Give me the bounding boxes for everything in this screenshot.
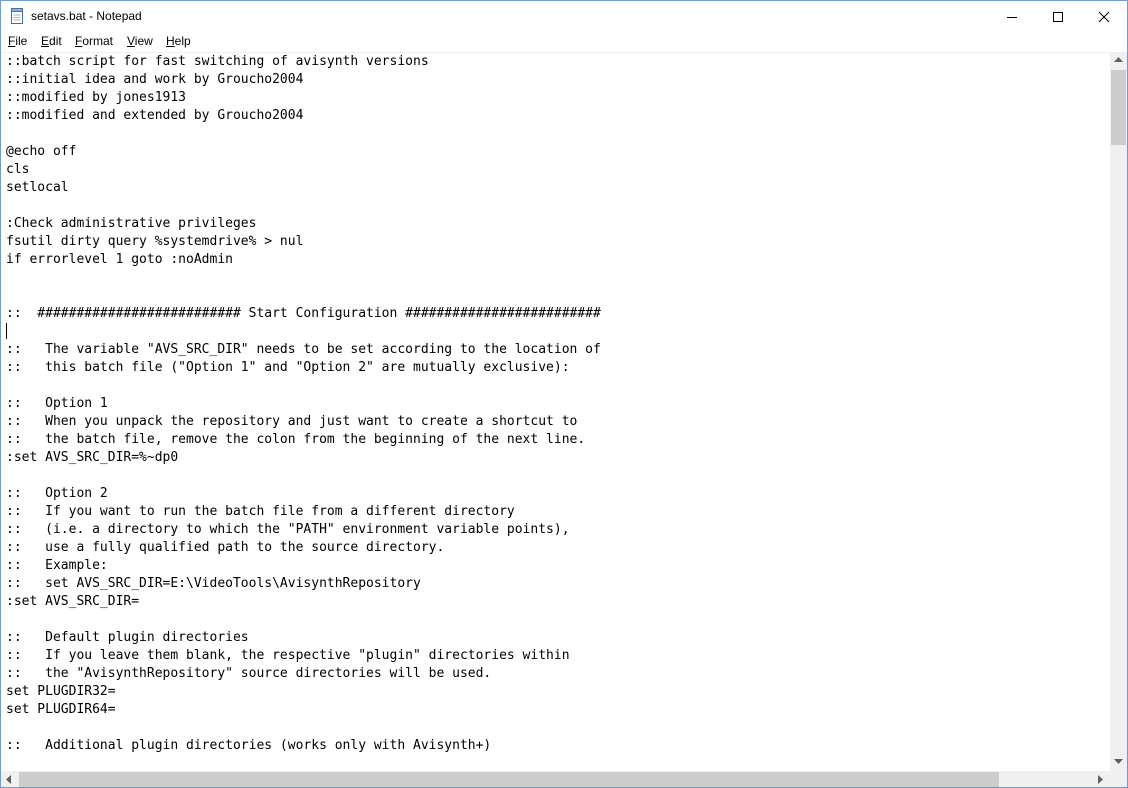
scroll-up-button[interactable] bbox=[1110, 52, 1127, 69]
text-editor[interactable]: ::batch script for fast switching of avi… bbox=[1, 52, 1110, 772]
minimize-button[interactable] bbox=[989, 1, 1035, 32]
menu-bar: File Edit Format View Help bbox=[1, 32, 1127, 51]
notepad-icon bbox=[10, 8, 24, 24]
chevron-left-icon bbox=[6, 775, 11, 784]
notepad-window: setavs.bat - Notepad File Edit Format Vi… bbox=[0, 0, 1128, 788]
minimize-icon bbox=[1007, 17, 1017, 18]
scroll-down-button[interactable] bbox=[1110, 754, 1127, 771]
menu-format[interactable]: Format bbox=[75, 34, 113, 48]
menu-view[interactable]: View bbox=[127, 34, 153, 48]
size-grip[interactable] bbox=[1110, 771, 1127, 787]
text-caret bbox=[6, 323, 7, 339]
menu-edit[interactable]: Edit bbox=[41, 34, 62, 48]
maximize-icon bbox=[1053, 12, 1063, 22]
scroll-right-button[interactable] bbox=[1093, 771, 1110, 787]
horizontal-scrollbar[interactable] bbox=[1, 771, 1110, 787]
menu-file[interactable]: File bbox=[8, 34, 27, 48]
close-icon bbox=[1098, 11, 1110, 23]
scroll-left-button[interactable] bbox=[1, 771, 18, 787]
menu-help[interactable]: Help bbox=[166, 34, 191, 48]
chevron-right-icon bbox=[1098, 775, 1103, 784]
close-button[interactable] bbox=[1081, 1, 1127, 32]
vertical-scrollbar[interactable] bbox=[1110, 52, 1127, 771]
title-bar[interactable]: setavs.bat - Notepad bbox=[1, 1, 1127, 32]
window-title: setavs.bat - Notepad bbox=[31, 9, 142, 23]
chevron-up-icon bbox=[1114, 57, 1123, 62]
chevron-down-icon bbox=[1114, 759, 1123, 764]
maximize-button[interactable] bbox=[1035, 1, 1081, 32]
editor-text[interactable]: ::batch script for fast switching of avi… bbox=[1, 53, 1110, 755]
horizontal-scroll-thumb[interactable] bbox=[19, 772, 999, 787]
vertical-scroll-thumb[interactable] bbox=[1111, 70, 1126, 145]
